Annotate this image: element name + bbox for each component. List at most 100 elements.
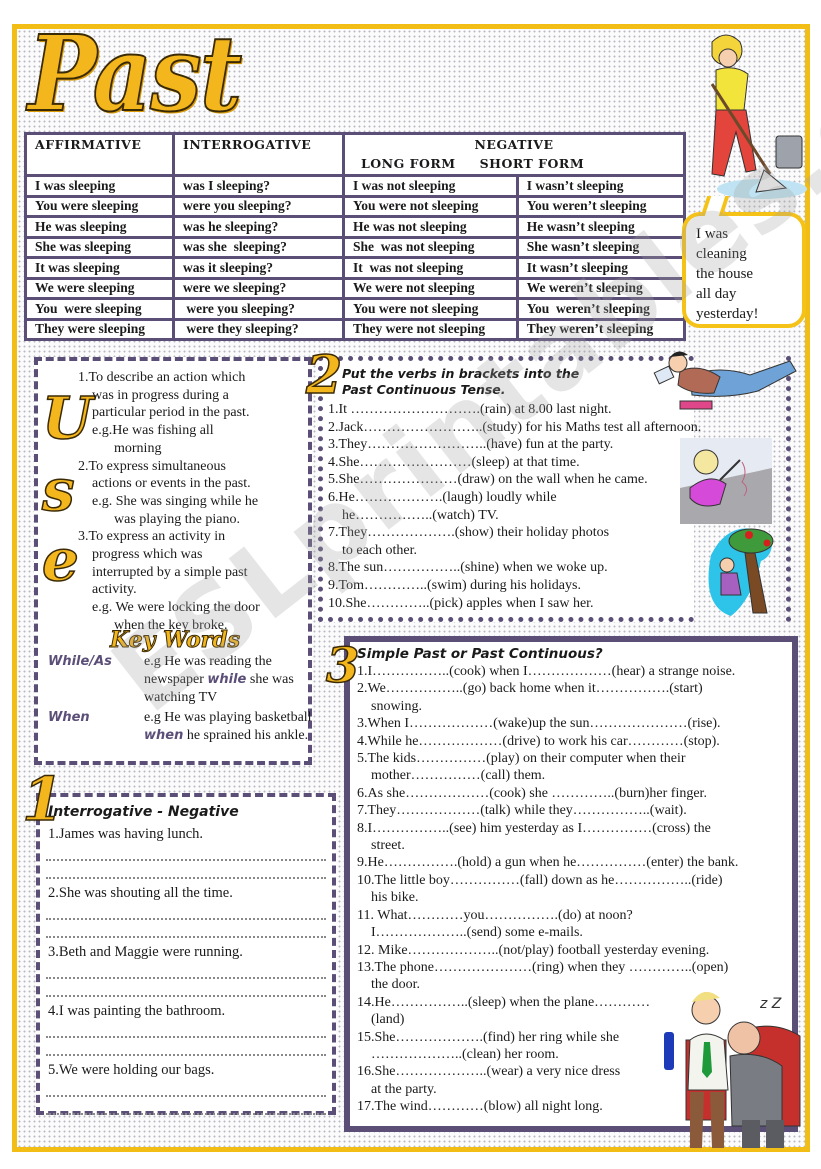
- exercise-item: 1.I……………..(cook) when I………………(hear) a st…: [357, 664, 736, 679]
- exercise-item-continuation: mother……………(call) them.: [371, 768, 546, 784]
- use-letter-s: s: [41, 456, 75, 524]
- key-words-title: Key Words: [109, 627, 241, 654]
- exercise-item-continuation: snowing.: [371, 698, 422, 714]
- speech-bubble: I was cleaning the house all day yesterd…: [682, 212, 806, 328]
- instruction-line: Past Continuous Tense.: [342, 382, 506, 397]
- use-section: U s e 1.To describe an action which was i…: [34, 357, 312, 765]
- woman-mopping-illustration: [710, 34, 807, 199]
- exercise-item: 7.They……………….(show) their holiday photos: [328, 525, 610, 541]
- header-affirmative: AFFIRMATIVE: [24, 132, 175, 177]
- header-long-form: LONG FORM: [361, 156, 456, 171]
- use-item-example: e.g.He was fishing all: [92, 423, 214, 439]
- table-row: It was sleeping was it sleeping? It was no…: [24, 256, 687, 280]
- exercise-item-continuation: street.: [371, 838, 405, 854]
- exercise-item: 4.She……………………(sleep) at that time.: [328, 454, 580, 470]
- table-row: You were sleeping were you sleeping? You …: [24, 297, 687, 321]
- key-word-example: e.g He was playing basketball when he sp…: [144, 709, 324, 745]
- answer-line-input[interactable]: [46, 847, 326, 861]
- bubble-line: the house: [696, 266, 754, 282]
- exercise-item: 3.Beth and Maggie were running.: [48, 944, 243, 960]
- use-item-line: 3.To express an activity in: [78, 529, 226, 545]
- header-negative-label: NEGATIVE: [474, 137, 554, 152]
- negative-short-cell: She wasn’t sleeping: [515, 235, 687, 259]
- exercise-item: 9.Tom…………..(swim) during his holidays.: [328, 577, 581, 593]
- answer-line-input[interactable]: [46, 1024, 326, 1038]
- exercise-item: 11. What…………you…………….(do) at noon?: [357, 907, 633, 923]
- bubble-line: cleaning: [696, 246, 747, 262]
- affirmative-cell: They were sleeping: [24, 317, 175, 341]
- table-row: We were sleeping were we sleeping? We were…: [24, 276, 687, 300]
- table-row: He was sleeping was he sleeping? He was no…: [24, 215, 687, 239]
- negative-long-cell: We were not sleeping: [342, 276, 519, 300]
- exercise-3-instruction: Simple Past or Past Continuous?: [357, 646, 603, 662]
- negative-short-cell: He wasn’t sleeping: [515, 215, 687, 239]
- negative-long-cell: She was not sleeping: [342, 235, 519, 259]
- negative-short-cell: You weren’t sleeping: [515, 297, 687, 321]
- use-item-example: was playing the piano.: [114, 511, 240, 527]
- answer-line-input[interactable]: [46, 983, 326, 997]
- exercise-2-list: 1.It ……………………….(rain) at 8.00 last night…: [328, 401, 728, 612]
- answer-line-input[interactable]: [46, 906, 326, 920]
- negative-short-cell: They weren’t sleeping: [515, 317, 687, 341]
- exercise-item: 2.She was shouting all the time.: [48, 885, 233, 901]
- use-item-line: particular period in the past.: [92, 405, 250, 421]
- exercise-item-continuation: he……………..(watch) TV.: [342, 507, 499, 523]
- answer-line-input[interactable]: [46, 1083, 326, 1097]
- exercise-item-continuation: to each other.: [342, 542, 418, 558]
- exercise-2-number: 2: [305, 345, 343, 406]
- table-row: You were sleeping were you sleeping? You w…: [24, 194, 687, 218]
- affirmative-cell: She was sleeping: [24, 235, 175, 259]
- table-row: They were sleeping were they sleeping? Th…: [24, 317, 687, 341]
- exercise-item: 3.They……………………..(have) fun at the party.: [328, 437, 614, 453]
- answer-line-input[interactable]: [46, 1042, 326, 1056]
- exercise-item-continuation: I………………..(send) some e-mails.: [371, 925, 583, 941]
- exercise-3-number: 3: [325, 638, 360, 694]
- interrogative-cell: was she sleeping?: [172, 235, 345, 259]
- exercise-item: 4.I was painting the bathroom.: [48, 1003, 226, 1019]
- interrogative-cell: was he sleeping?: [172, 215, 345, 239]
- affirmative-cell: You were sleeping: [24, 297, 175, 321]
- affirmative-cell: He was sleeping: [24, 215, 175, 239]
- use-list: 1.To describe an action which was in prog…: [78, 369, 313, 635]
- exercise-1-list: 1.James was having lunch. 2.She was shout…: [40, 820, 332, 1115]
- exercise-item: 5.The kids……………(play) on their computer …: [357, 751, 686, 767]
- exercise-item: 4.While he………………(drive) to work his car……: [357, 733, 720, 749]
- page-title: Past Continuous: [27, 12, 603, 255]
- negative-long-cell: It was not sleeping: [342, 256, 519, 280]
- negative-short-cell: It wasn’t sleeping: [515, 256, 687, 280]
- use-item-line: 2.To express simultaneous: [78, 458, 226, 474]
- instruction-line: Put the verbs in brackets into the: [342, 366, 580, 381]
- exercise-item: 6.He……………….(laugh) loudly while: [328, 489, 557, 505]
- boy-reading-illustration: [653, 351, 797, 410]
- use-item-line: progress which was: [92, 547, 203, 563]
- conjugation-table-body: I was sleeping was I sleeping? I was not s…: [24, 174, 687, 341]
- exercise-item: 13.The phone…………………(ring) when they ……………: [357, 959, 729, 975]
- example-text: e.g He was playing basketball: [144, 710, 312, 725]
- bubble-line: all day: [696, 286, 737, 302]
- negative-short-cell: I wasn’t sleeping: [515, 174, 687, 198]
- use-item-line: activity.: [92, 582, 137, 598]
- key-word: While/As: [48, 654, 112, 669]
- exercise-item: 12. Mike………………..(not/play) football yest…: [357, 942, 710, 958]
- exercise-item: 6.As she………………(cook) she …………..(burn)her…: [357, 785, 707, 801]
- key-word-row: When e.g He was playing basketball when …: [48, 709, 313, 743]
- answer-line-input[interactable]: [46, 965, 326, 979]
- exercise-item: 2.Jack……………………..(study) for his Maths te…: [328, 419, 702, 435]
- interrogative-cell: were we sleeping?: [172, 276, 345, 300]
- answer-line-input[interactable]: [46, 1101, 326, 1115]
- exercise-2-instruction: Put the verbs in brackets into the Past …: [342, 366, 662, 398]
- negative-long-cell: You were not sleeping: [342, 194, 519, 218]
- exercise-item-continuation: his bike.: [371, 890, 419, 906]
- example-text: he sprained his ankle.: [183, 728, 309, 743]
- answer-line-input[interactable]: [46, 865, 326, 879]
- interrogative-cell: were you sleeping?: [172, 194, 345, 218]
- answer-line-input[interactable]: [46, 924, 326, 938]
- key-word: When: [48, 710, 90, 725]
- key-word-example: e.g He was reading the newspaper while s…: [144, 653, 324, 707]
- negative-long-cell: They were not sleeping: [342, 317, 519, 341]
- header-negative: NEGATIVE LONG FORM SHORT FORM: [342, 132, 686, 177]
- affirmative-cell: It was sleeping: [24, 256, 175, 280]
- svg-text:z Z: z Z: [759, 996, 782, 1012]
- girl-picking-apples-illustration: [708, 528, 774, 616]
- exercise-item: 1.James was having lunch.: [48, 826, 204, 842]
